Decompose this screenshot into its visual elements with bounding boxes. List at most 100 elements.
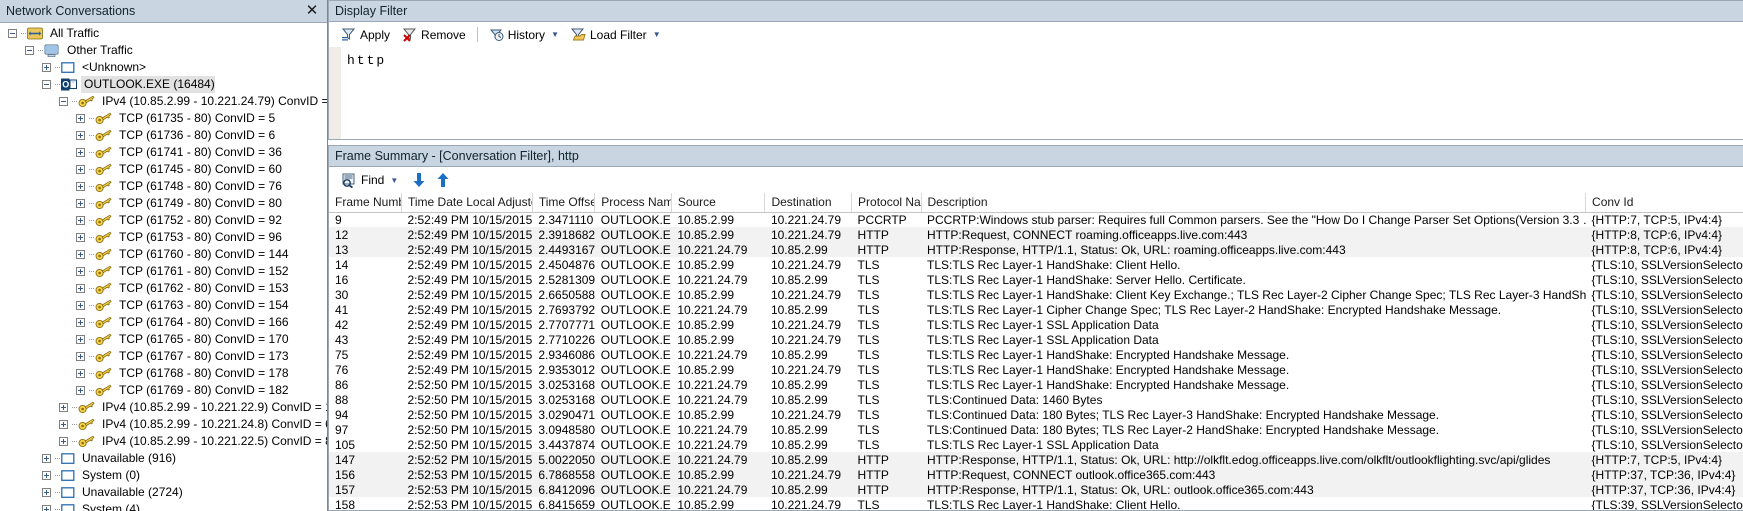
tree-item[interactable]: TCP (61769 - 80) ConvID = 182 — [0, 382, 327, 399]
tree-item[interactable]: TCP (61735 - 80) ConvID = 5 — [0, 110, 327, 127]
expand-icon[interactable] — [76, 352, 85, 361]
expand-icon[interactable] — [76, 233, 85, 242]
table-row[interactable]: 105 2:52:50 PM 10/15/2015 3.4437874 OUTLOOK… — [329, 437, 1743, 452]
expand-icon[interactable] — [76, 301, 85, 310]
column-header-protocol-name[interactable]: Protocol Name — [851, 193, 922, 213]
expand-icon[interactable] — [42, 471, 51, 480]
expand-icon[interactable] — [76, 335, 85, 344]
table-row[interactable]: 42 2:52:49 PM 10/15/2015 2.7707771 OUTLOOK.… — [329, 317, 1743, 332]
remove-button[interactable]: Remove — [396, 25, 472, 44]
tree-item[interactable]: TCP (61760 - 80) ConvID = 144 — [0, 246, 327, 263]
column-header-time-offset[interactable]: Time Offset — [532, 193, 596, 213]
tree-item[interactable]: TCP (61768 - 80) ConvID = 178 — [0, 365, 327, 382]
frame-summary-grid[interactable]: Frame Number Time Date Local Adjusted Ti… — [328, 193, 1743, 511]
tree-item[interactable]: TCP (61749 - 80) ConvID = 80 — [0, 195, 327, 212]
expand-icon[interactable] — [42, 63, 51, 72]
tree-item[interactable]: TCP (61764 - 80) ConvID = 166 — [0, 314, 327, 331]
table-row[interactable]: 13 2:52:49 PM 10/15/2015 2.4493167 OUTLOOK.… — [329, 242, 1743, 257]
collapse-icon[interactable] — [25, 46, 34, 55]
display-filter-editor[interactable]: http — [328, 47, 1743, 140]
apply-button[interactable]: Apply — [335, 25, 396, 44]
expand-icon[interactable] — [42, 454, 51, 463]
arrow-down-icon[interactable] — [412, 172, 426, 188]
table-row[interactable]: 16 2:52:49 PM 10/15/2015 2.5281309 OUTLOOK.… — [329, 272, 1743, 287]
tree-item[interactable]: TCP (61753 - 80) ConvID = 96 — [0, 229, 327, 246]
column-header-time-date[interactable]: Time Date Local Adjusted — [401, 193, 533, 213]
table-row[interactable]: 12 2:52:49 PM 10/15/2015 2.3918682 OUTLOOK.… — [329, 227, 1743, 242]
tree-item[interactable]: TCP (61765 - 80) ConvID = 170 — [0, 331, 327, 348]
tree-item[interactable]: Other Traffic — [0, 42, 327, 59]
table-row[interactable]: 157 2:52:53 PM 10/15/2015 6.8412096 OUTLOOK… — [329, 482, 1743, 497]
table-row[interactable]: 86 2:52:50 PM 10/15/2015 3.0253168 OUTLOOK.… — [329, 377, 1743, 392]
expand-icon[interactable] — [76, 369, 85, 378]
arrow-up-icon[interactable] — [436, 172, 450, 188]
column-header-destination[interactable]: Destination — [764, 193, 853, 213]
collapse-icon[interactable] — [59, 97, 68, 106]
expand-icon[interactable] — [76, 114, 85, 123]
expand-icon[interactable] — [76, 284, 85, 293]
tree-item[interactable]: TCP (61763 - 80) ConvID = 154 — [0, 297, 327, 314]
table-row[interactable]: 97 2:52:50 PM 10/15/2015 3.0948580 OUTLOOK.… — [329, 422, 1743, 437]
table-row[interactable]: 94 2:52:50 PM 10/15/2015 3.0290471 OUTLOOK.… — [329, 407, 1743, 422]
expand-icon[interactable] — [76, 386, 85, 395]
tree-item[interactable]: IPv4 (10.85.2.99 - 10.221.22.9) ConvID =… — [0, 399, 327, 416]
expand-icon[interactable] — [76, 199, 85, 208]
tree-item[interactable]: TCP (61762 - 80) ConvID = 153 — [0, 280, 327, 297]
tree-item[interactable]: TCP (61748 - 80) ConvID = 76 — [0, 178, 327, 195]
expand-icon[interactable] — [59, 420, 68, 429]
expand-icon[interactable] — [59, 437, 68, 446]
expand-icon[interactable] — [76, 165, 85, 174]
tree-item[interactable]: System (0) — [0, 467, 327, 484]
column-header-source[interactable]: Source — [671, 193, 766, 213]
tree-item[interactable]: TCP (61752 - 80) ConvID = 92 — [0, 212, 327, 229]
tree-item[interactable]: Unavailable (916) — [0, 450, 327, 467]
tree-item[interactable]: IPv4 (10.85.2.99 - 10.221.24.79) ConvID … — [0, 93, 327, 110]
expand-icon[interactable] — [76, 250, 85, 259]
expand-icon[interactable] — [42, 505, 51, 511]
tree-item[interactable]: TCP (61745 - 80) ConvID = 60 — [0, 161, 327, 178]
table-row[interactable]: 158 2:52:53 PM 10/15/2015 6.8415659 OUTLOOK… — [329, 497, 1743, 511]
close-icon[interactable]: ✕ — [303, 1, 321, 19]
tree-item[interactable]: TCP (61741 - 80) ConvID = 36 — [0, 144, 327, 161]
tree-item[interactable]: IPv4 (10.85.2.99 - 10.221.24.8) ConvID =… — [0, 416, 327, 433]
expand-icon[interactable] — [59, 403, 68, 412]
tree-item[interactable]: TCP (61736 - 80) ConvID = 6 — [0, 127, 327, 144]
table-row[interactable]: 9 2:52:49 PM 10/15/2015 2.3471110 OUTLOOK.E… — [329, 212, 1743, 227]
tree-item[interactable]: O OUTLOOK.EXE (16484) — [0, 76, 327, 93]
find-button[interactable]: Find ▼ — [335, 171, 404, 190]
table-row[interactable]: 156 2:52:53 PM 10/15/2015 6.7868558 OUTLOOK… — [329, 467, 1743, 482]
tree-item[interactable]: TCP (61761 - 80) ConvID = 152 — [0, 263, 327, 280]
expand-icon[interactable] — [76, 267, 85, 276]
tree-item[interactable]: All Traffic — [0, 25, 327, 42]
tree-item[interactable]: Unavailable (2724) — [0, 484, 327, 501]
expand-icon[interactable] — [76, 216, 85, 225]
table-row[interactable]: 41 2:52:49 PM 10/15/2015 2.7693792 OUTLOOK.… — [329, 302, 1743, 317]
table-row[interactable]: 76 2:52:49 PM 10/15/2015 2.9353012 OUTLOOK.… — [329, 362, 1743, 377]
expand-icon[interactable] — [42, 488, 51, 497]
tree-item[interactable]: TCP (61767 - 80) ConvID = 173 — [0, 348, 327, 365]
expand-icon[interactable] — [76, 131, 85, 140]
tree-item[interactable]: System (4) — [0, 501, 327, 511]
column-header-frame-number[interactable]: Frame Number — [329, 193, 402, 213]
conversation-tree[interactable]: All Traffic Other Traffic <Unknown> O OUTLOO… — [0, 23, 327, 511]
expand-icon[interactable] — [76, 318, 85, 327]
history-button[interactable]: History ▼ — [483, 25, 565, 44]
table-row[interactable]: 147 2:52:52 PM 10/15/2015 5.0022050 OUTLOOK… — [329, 452, 1743, 467]
column-header-process-name[interactable]: Process Name — [594, 193, 672, 213]
table-row[interactable]: 75 2:52:49 PM 10/15/2015 2.9346086 OUTLOOK.… — [329, 347, 1743, 362]
expand-icon[interactable] — [76, 182, 85, 191]
tree-item[interactable]: <Unknown> — [0, 59, 327, 76]
table-row[interactable]: 88 2:52:50 PM 10/15/2015 3.0253168 OUTLOOK.… — [329, 392, 1743, 407]
load-filter-button[interactable]: Load Filter ▼ — [565, 25, 667, 44]
cell-conv-id: {TLS:10, SSLVersionSelector:9, — [1591, 317, 1743, 332]
collapse-icon[interactable] — [8, 29, 17, 38]
table-row[interactable]: 43 2:52:49 PM 10/15/2015 2.7710226 OUTLOOK.… — [329, 332, 1743, 347]
column-header-description[interactable]: Description — [921, 193, 1587, 213]
table-row[interactable]: 30 2:52:49 PM 10/15/2015 2.6650588 OUTLOOK.… — [329, 287, 1743, 302]
filter-expression-text[interactable]: http — [341, 47, 1743, 139]
table-row[interactable]: 14 2:52:49 PM 10/15/2015 2.4504876 OUTLOOK.… — [329, 257, 1743, 272]
collapse-icon[interactable] — [42, 80, 51, 89]
tree-item[interactable]: IPv4 (10.85.2.99 - 10.221.22.5) ConvID =… — [0, 433, 327, 450]
column-header-conv-id[interactable]: Conv Id — [1585, 193, 1743, 213]
expand-icon[interactable] — [76, 148, 85, 157]
